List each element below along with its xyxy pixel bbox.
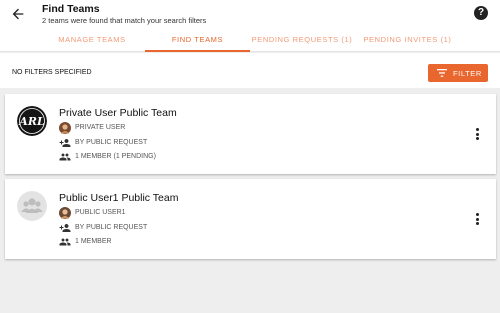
- app-bar: Find Teams 2 teams were found that match…: [0, 0, 500, 28]
- team-avatar-text: ARL: [18, 115, 45, 128]
- tab-label: PENDING REQUESTS (1): [251, 35, 353, 44]
- more-vert-icon[interactable]: [473, 128, 481, 142]
- filter-button-label: FILTER: [453, 69, 482, 78]
- filter-bar: NO FILTERS SPECIFIED FILTER: [0, 53, 500, 88]
- filter-status: NO FILTERS SPECIFIED: [12, 69, 92, 76]
- group-icon: [59, 238, 71, 246]
- tab-find-teams[interactable]: FIND TEAMS: [145, 28, 250, 52]
- filter-list-icon: [437, 69, 447, 77]
- team-card[interactable]: ARL Private User Public Team PRIVATE USE…: [5, 94, 496, 174]
- team-join-type: BY PUBLIC REQUEST: [75, 224, 148, 231]
- person-add-icon: [59, 224, 71, 232]
- team-avatar: ARL: [17, 106, 47, 136]
- tab-label: FIND TEAMS: [171, 35, 224, 44]
- team-members: 1 MEMBER: [75, 238, 112, 245]
- team-card[interactable]: Public User1 Public Team PUBLIC USER1 BY…: [5, 179, 496, 259]
- page-title: Find Teams: [42, 3, 100, 15]
- tab-bar: MANAGE TEAMS FIND TEAMS PENDING REQUESTS…: [0, 28, 500, 52]
- tab-label: MANAGE TEAMS: [58, 35, 126, 44]
- user-avatar-icon: [59, 122, 71, 134]
- active-tab-indicator: [145, 50, 250, 52]
- help-icon[interactable]: ?: [474, 6, 488, 20]
- page-subtitle: 2 teams were found that match your searc…: [42, 16, 207, 25]
- team-members: 1 MEMBER (1 PENDING): [75, 153, 156, 160]
- team-name: Private User Public Team: [59, 107, 177, 119]
- person-add-icon: [59, 139, 71, 147]
- user-avatar-icon: [59, 207, 71, 219]
- tab-manage-teams[interactable]: MANAGE TEAMS: [40, 28, 144, 52]
- tab-pending-requests[interactable]: PENDING REQUESTS (1): [250, 28, 354, 52]
- team-placeholder-avatar: [17, 191, 47, 221]
- tab-label: PENDING INVITES (1): [363, 35, 452, 44]
- team-owner: PUBLIC USER1: [75, 209, 126, 216]
- back-arrow-icon[interactable]: [10, 6, 26, 22]
- more-vert-icon[interactable]: [473, 213, 481, 227]
- tab-pending-invites[interactable]: PENDING INVITES (1): [355, 28, 460, 52]
- team-name: Public User1 Public Team: [59, 192, 179, 204]
- group-icon: [59, 153, 71, 161]
- filter-button[interactable]: FILTER: [428, 64, 488, 82]
- team-owner: PRIVATE USER: [75, 124, 126, 131]
- team-join-type: BY PUBLIC REQUEST: [75, 139, 148, 146]
